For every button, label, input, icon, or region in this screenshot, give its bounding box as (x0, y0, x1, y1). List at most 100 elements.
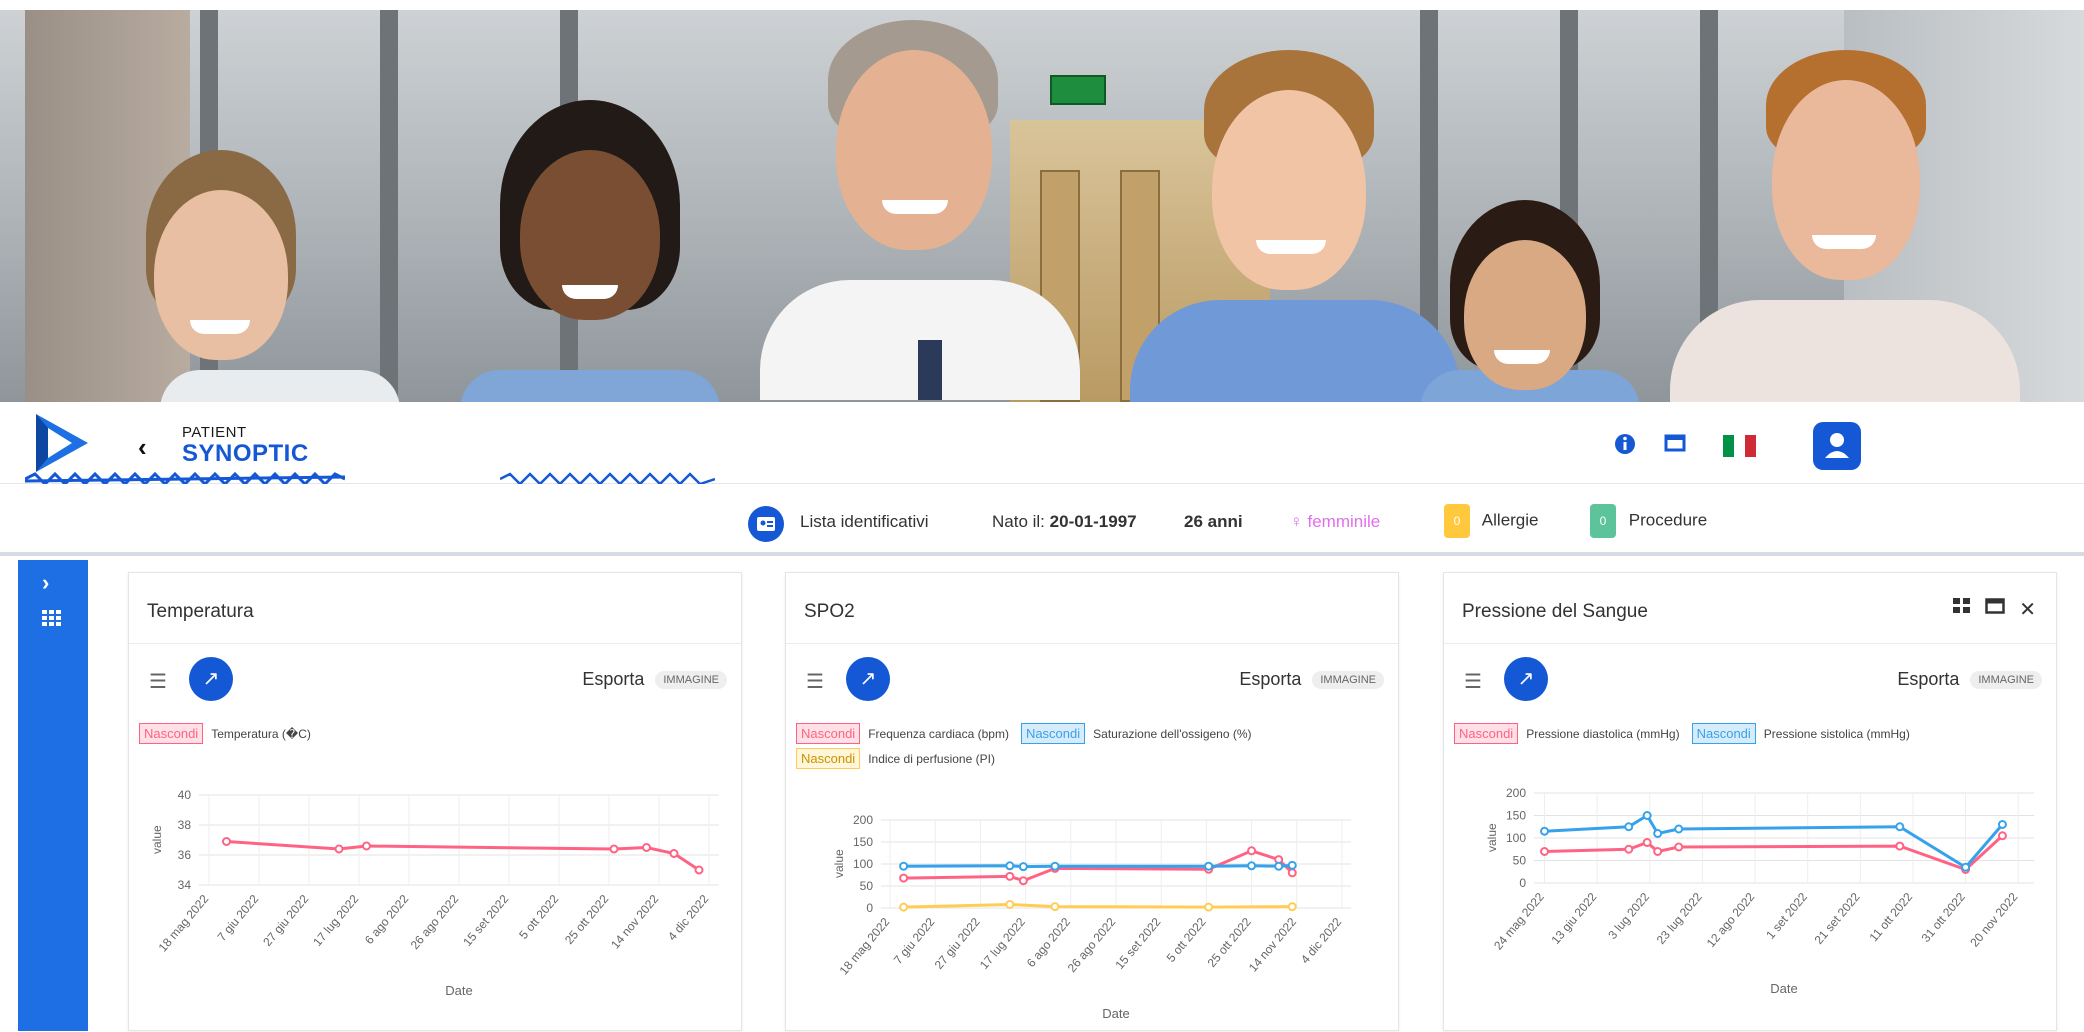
grid-menu-icon[interactable] (42, 608, 62, 634)
data-point (1961, 862, 1971, 872)
app-logo[interactable] (30, 410, 94, 476)
language-flag-it-icon[interactable] (1723, 435, 1756, 457)
data-point (1050, 861, 1060, 871)
x-tick-label: 5 ott 2022 (1164, 915, 1209, 965)
data-point (1540, 847, 1550, 856)
allergies-count-badge: 0 (1444, 504, 1470, 538)
x-tick-label: 11 ott 2022 (1866, 890, 1915, 945)
blood-pressure-chart: 050100150200value24 mag 2022 13 giu 2022 3… (1485, 786, 2034, 996)
y-tick-label: 100 (1506, 831, 1526, 845)
procedures-label: Procedure (1628, 510, 1708, 530)
data-point (1247, 861, 1257, 871)
data-point (609, 844, 619, 854)
y-tick-label: 38 (178, 818, 192, 832)
x-tick-label: 7 giu 2022 (215, 892, 262, 944)
x-tick-label: 4 dic 2022 (665, 892, 712, 944)
x-tick-label: 6 ago 2022 (1024, 915, 1074, 970)
y-tick-label: 50 (1513, 854, 1527, 868)
spo2-chart: 0 50 100 150 200 value 18 mag 20227 giu 202227… (832, 813, 1351, 1021)
identifiers-button[interactable] (748, 506, 784, 542)
id-card-icon (757, 517, 775, 531)
hero-window-2 (380, 10, 398, 402)
data-point (1274, 861, 1284, 871)
data-point (1997, 820, 2007, 829)
top-strip (0, 0, 2084, 10)
data-point (1018, 862, 1028, 872)
data-point (1247, 846, 1257, 856)
hero-banner-image (0, 0, 2084, 402)
back-chevron-icon[interactable]: ‹ (138, 432, 147, 463)
info-icon[interactable] (1614, 432, 1636, 462)
window-icon[interactable] (1664, 432, 1686, 460)
data-point (362, 841, 371, 851)
series-line (226, 840, 700, 872)
data-point (334, 844, 344, 854)
data-point (1895, 822, 1905, 832)
x-tick-label: 18 mag 2022 (156, 892, 212, 955)
card-temperatura: Temperatura ☰ ↗ Esporta IMMAGINE Nascond… (128, 572, 742, 1031)
x-tick-label: 24 mag 2022 (1491, 890, 1547, 953)
x-tick-label: 17 lug 2022 (977, 915, 1028, 972)
flag-green-stripe (1723, 435, 1734, 457)
data-point (1540, 826, 1550, 836)
data-point (1005, 899, 1015, 909)
y-tick-label: 150 (853, 835, 873, 849)
data-point (1287, 860, 1297, 870)
y-axis-label: value (832, 849, 846, 878)
series-line (903, 863, 1293, 869)
y-axis-label: value (150, 825, 164, 854)
female-gender-icon: ♀ (1290, 512, 1303, 531)
y-tick-label: 0 (866, 901, 873, 915)
procedures-info[interactable]: 0 Procedure (1590, 504, 1707, 538)
data-point (1674, 842, 1684, 852)
y-tick-label: 50 (860, 879, 874, 893)
y-tick-label: 200 (1506, 786, 1526, 800)
data-point (899, 873, 909, 883)
x-tick-label: 21 set 2022 (1812, 890, 1863, 947)
procedures-count-badge: 0 (1590, 504, 1616, 538)
temperature-chart: 34 36 38 40 value 18 mag 2022 7 giu 202227 giu… (150, 788, 719, 998)
data-point (1997, 831, 2007, 841)
x-tick-label: 14 nov 2022 (1246, 915, 1299, 975)
brand-title: SYNOPTIC (182, 440, 309, 467)
data-point (1005, 861, 1015, 871)
identifiers-label[interactable]: Lista identificativi (800, 512, 929, 532)
data-point (1653, 847, 1663, 856)
data-point (899, 902, 909, 912)
data-point (1642, 811, 1652, 820)
x-tick-label: 26 ago 2022 (408, 892, 462, 952)
data-point (1287, 902, 1297, 912)
y-tick-label: 0 (1519, 876, 1526, 890)
user-account-button[interactable] (1813, 422, 1861, 470)
series-line (1544, 834, 2004, 872)
y-tick-label: 150 (1506, 809, 1526, 823)
y-tick-label: 34 (178, 878, 192, 892)
data-point (669, 849, 679, 858)
gender-label: femminile (1307, 512, 1381, 531)
birth-label: Nato il: (992, 512, 1045, 531)
x-tick-label: 31 ott 2022 (1919, 890, 1969, 945)
data-point (1624, 822, 1634, 832)
data-point (1204, 861, 1214, 871)
data-point (222, 837, 231, 846)
data-point (1624, 844, 1634, 854)
patient-info-bar: Lista identificativi Nato il: 20-01-1997… (0, 484, 2084, 556)
x-axis-label: Date (445, 983, 472, 998)
allergies-info[interactable]: 0 Allergie (1444, 504, 1539, 538)
data-point (694, 865, 704, 875)
x-tick-label: 12 ago 2022 (1704, 890, 1758, 950)
expand-sidebar-chevron-icon[interactable]: › (42, 570, 49, 596)
data-point (1653, 829, 1663, 838)
x-tick-label: 18 mag 2022 (837, 915, 893, 978)
x-tick-label: 25 ott 2022 (1205, 915, 1255, 970)
hero-exit-sign (1050, 75, 1106, 105)
x-tick-label: 14 nov 2022 (608, 892, 661, 952)
x-tick-label: 15 set 2022 (1112, 915, 1163, 972)
data-point (1287, 868, 1297, 878)
flag-red-stripe (1745, 435, 1756, 457)
x-tick-label: 27 giu 2022 (932, 915, 983, 972)
y-tick-label: 200 (853, 813, 873, 827)
card-pressione-sangue: Pressione del Sangue ✕ ☰ ↗ Esporta IMMAG… (1443, 572, 2057, 1031)
age: 26 anni (1184, 512, 1243, 531)
data-point (1050, 902, 1060, 912)
